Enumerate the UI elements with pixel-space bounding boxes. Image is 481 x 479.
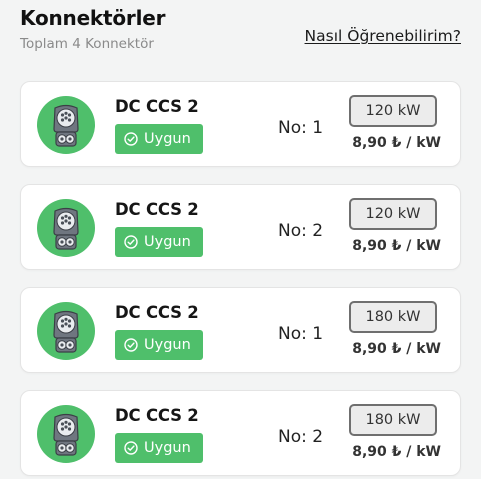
ccs2-connector-icon [37, 199, 95, 257]
check-circle-icon [124, 235, 138, 249]
connector-type: DC CCS 2 [115, 406, 199, 425]
connector-type: DC CCS 2 [115, 303, 199, 322]
check-circle-icon [124, 441, 138, 455]
status-label: Uygun [144, 440, 191, 456]
status-badge: Uygun [115, 433, 203, 463]
connector-card[interactable]: DC CCS 2 Uygun No: 1 180 kW 8,90 ₺ / kW [20, 287, 461, 373]
how-to-learn-link[interactable]: Nasıl Öğrenebilirim? [305, 27, 461, 45]
power-badge: 180 kW [349, 404, 437, 436]
ccs2-connector-icon [37, 96, 95, 154]
price-label: 8,90 ₺ / kW [352, 238, 441, 254]
price-label: 8,90 ₺ / kW [352, 444, 441, 460]
connector-card[interactable]: DC CCS 2 Uygun No: 2 120 kW 8,90 ₺ / kW [20, 184, 461, 270]
connector-card[interactable]: DC CCS 2 Uygun No: 1 120 kW 8,90 ₺ / kW [20, 81, 461, 167]
check-circle-icon [124, 132, 138, 146]
status-label: Uygun [144, 337, 191, 353]
power-badge: 180 kW [349, 301, 437, 333]
connector-number: No: 2 [278, 427, 324, 447]
connector-number: No: 2 [278, 221, 324, 241]
price-label: 8,90 ₺ / kW [352, 341, 441, 357]
status-label: Uygun [144, 131, 191, 147]
connector-type: DC CCS 2 [115, 200, 199, 219]
check-circle-icon [124, 338, 138, 352]
status-badge: Uygun [115, 124, 203, 154]
power-badge: 120 kW [349, 95, 437, 127]
power-badge: 120 kW [349, 198, 437, 230]
page-title: Konnektörler [20, 6, 166, 30]
connector-number: No: 1 [278, 324, 324, 344]
status-label: Uygun [144, 234, 191, 250]
connector-type: DC CCS 2 [115, 97, 199, 116]
connector-number: No: 1 [278, 118, 324, 138]
status-badge: Uygun [115, 330, 203, 360]
connector-card[interactable]: DC CCS 2 Uygun No: 2 180 kW 8,90 ₺ / kW [20, 390, 461, 476]
status-badge: Uygun [115, 227, 203, 257]
ccs2-connector-icon [37, 405, 95, 463]
connector-count: Toplam 4 Konnektör [20, 36, 154, 52]
connectors-header: Konnektörler Toplam 4 Konnektör Nasıl Öğ… [0, 0, 481, 72]
price-label: 8,90 ₺ / kW [352, 135, 441, 151]
ccs2-connector-icon [37, 302, 95, 360]
